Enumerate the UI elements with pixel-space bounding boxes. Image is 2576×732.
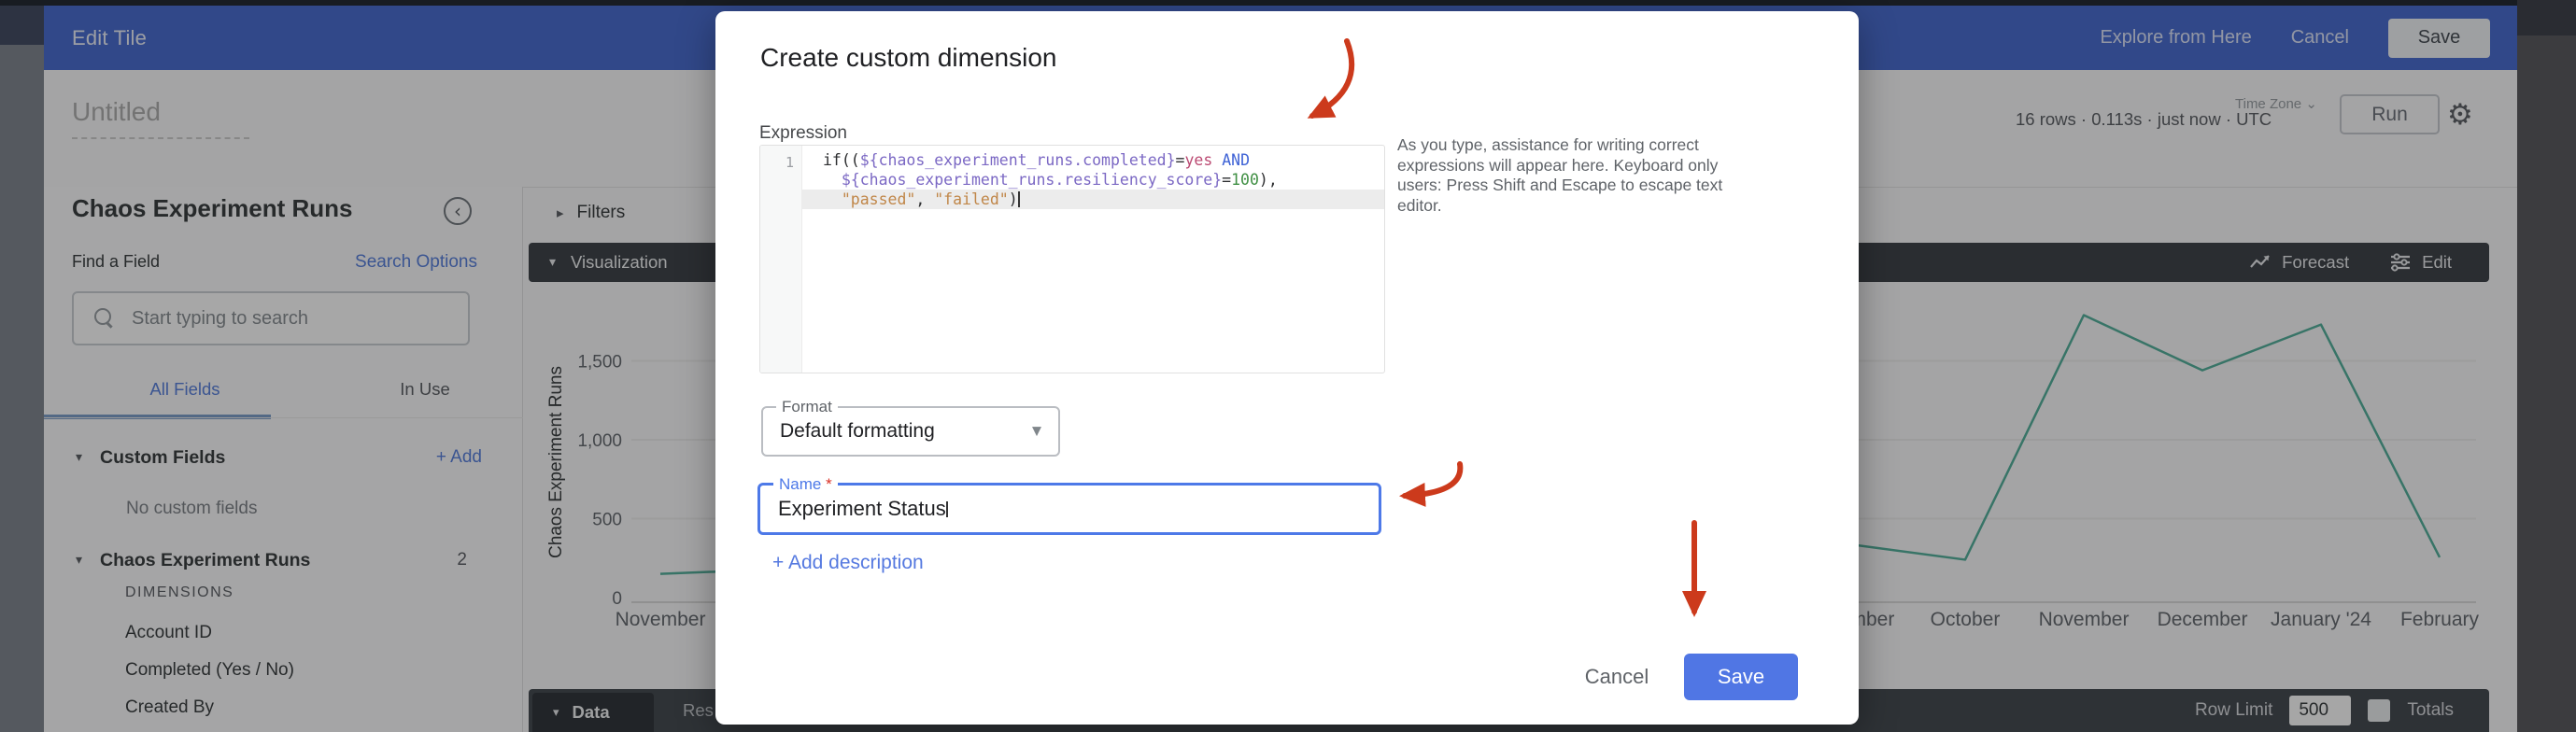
create-custom-dimension-modal: Create custom dimension Expression 1 if(… xyxy=(715,11,1859,725)
modal-cancel-button[interactable]: Cancel xyxy=(1575,665,1659,689)
expression-label: Expression xyxy=(759,123,847,144)
format-select[interactable]: Format Default formatting ▼ xyxy=(761,406,1060,457)
screen: Edit Tile Explore from Here Cancel Save … xyxy=(0,0,2576,732)
editor-gutter: 1 xyxy=(760,146,802,373)
line-number: 1 xyxy=(786,154,794,171)
dropdown-caret-icon: ▼ xyxy=(1032,425,1041,439)
expression-code: if((${chaos_experiment_runs.completed}=y… xyxy=(802,150,1384,209)
modal-save-button[interactable]: Save xyxy=(1684,654,1798,700)
expression-editor[interactable]: 1 if((${chaos_experiment_runs.completed}… xyxy=(759,145,1385,373)
code-line: ${chaos_experiment_runs.resiliency_score… xyxy=(802,170,1384,190)
name-value: Experiment Status xyxy=(778,486,948,532)
text-cursor xyxy=(946,501,948,517)
code-line: "passed", "failed") xyxy=(802,190,1384,209)
text-cursor xyxy=(1018,191,1020,207)
code-line: if((${chaos_experiment_runs.completed}=y… xyxy=(802,150,1384,170)
modal-title: Create custom dimension xyxy=(760,43,1056,73)
name-field[interactable]: Name * Experiment Status xyxy=(757,483,1381,535)
expression-assistance-text: As you type, assistance for writing corr… xyxy=(1397,135,1752,216)
format-value: Default formatting xyxy=(780,408,935,455)
add-description-link[interactable]: + Add description xyxy=(772,552,924,574)
